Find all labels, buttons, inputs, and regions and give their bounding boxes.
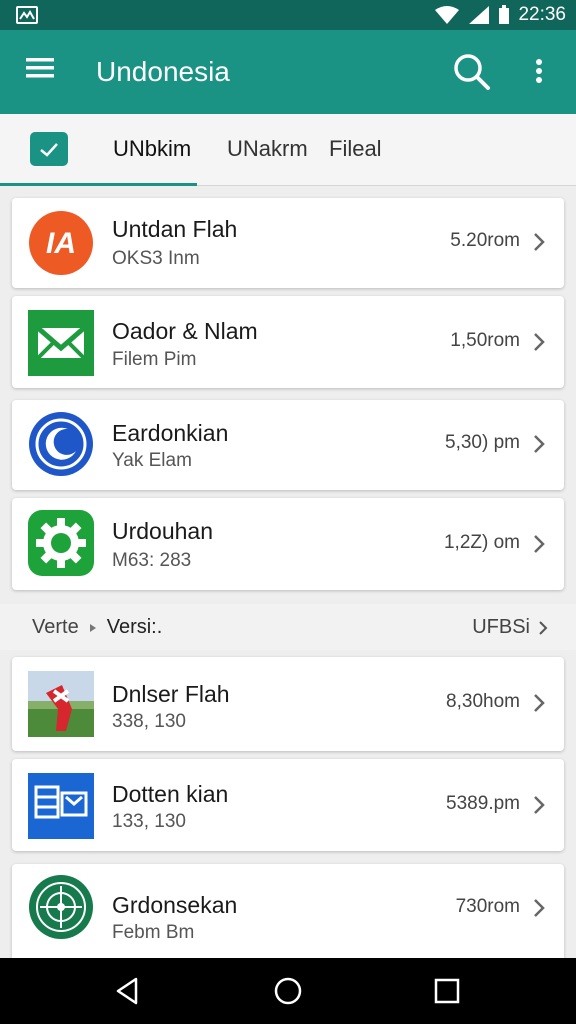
system-nav-bar bbox=[0, 958, 576, 1024]
list-item[interactable]: Dnlser Flah 338, 130 8,30hom bbox=[12, 657, 564, 751]
app-title: Undonesia bbox=[96, 56, 230, 87]
chevron-right-icon bbox=[534, 333, 545, 351]
envelope-icon bbox=[28, 310, 94, 376]
item-title: Urdouhan bbox=[112, 518, 214, 544]
moon-icon bbox=[29, 412, 93, 476]
item-subtitle: Febm Bm bbox=[112, 922, 195, 943]
hamburger-icon bbox=[26, 58, 54, 78]
tab-unbkim[interactable]: UNbkim bbox=[113, 136, 191, 162]
tab-bar: UNbkim UNakrm Fileal bbox=[0, 114, 576, 186]
section-link-label: UFBSi bbox=[472, 616, 530, 638]
list-item[interactable]: Urdouhan M63: 283 1,2Z) om bbox=[12, 498, 564, 590]
item-time: 5,30) pm bbox=[445, 432, 520, 453]
item-subtitle: 133, 130 bbox=[112, 811, 186, 832]
tab-indicator bbox=[0, 183, 197, 186]
status-indicators: 22:36 bbox=[434, 0, 566, 30]
item-subtitle: Yak Elam bbox=[112, 450, 192, 471]
section-link[interactable]: UFBSi bbox=[472, 616, 548, 639]
chevron-right-icon bbox=[534, 435, 545, 453]
breadcrumb-parent[interactable]: Verte bbox=[32, 616, 79, 639]
tab-fileal[interactable]: Fileal bbox=[329, 136, 382, 162]
item-time: 5.20rom bbox=[450, 230, 520, 251]
breadcrumb-current: Versi:. bbox=[106, 616, 163, 638]
recents-icon[interactable] bbox=[431, 975, 463, 1007]
status-bar: 22:36 bbox=[0, 0, 576, 30]
signal-icon bbox=[469, 6, 490, 24]
home-icon[interactable] bbox=[272, 975, 304, 1007]
notification-icon bbox=[16, 6, 38, 24]
menu-button[interactable] bbox=[24, 54, 64, 90]
item-time: 5389.pm bbox=[446, 793, 520, 814]
list-item[interactable]: Oador & Nlam Filem Pim 1,50rom bbox=[12, 296, 564, 388]
battery-icon bbox=[499, 5, 510, 24]
wifi-icon bbox=[435, 6, 460, 24]
app-bar: Undonesia bbox=[0, 30, 576, 114]
item-time: 1,2Z) om bbox=[443, 532, 520, 553]
more-options-button[interactable] bbox=[526, 50, 552, 94]
breadcrumb-arrow-icon bbox=[89, 623, 96, 632]
list-item[interactable]: Dotten kian 133, 130 5389.pm bbox=[12, 759, 564, 851]
check-icon bbox=[30, 143, 58, 157]
clock: 22:36 bbox=[518, 4, 566, 25]
tab-icon[interactable] bbox=[30, 132, 68, 166]
list-item[interactable]: Grdonsekan Febm Bm 730rom bbox=[12, 864, 564, 964]
svg-text:IA: IA bbox=[46, 227, 76, 260]
breadcrumb: Verte Versi:. bbox=[32, 616, 162, 639]
item-time: 1,50rom bbox=[450, 330, 520, 351]
gear-icon bbox=[28, 510, 94, 576]
chevron-right-icon bbox=[534, 796, 545, 814]
item-time: 730rom bbox=[455, 896, 520, 917]
item-title: Eardonkian bbox=[112, 420, 229, 446]
item-title: Untdan Flah bbox=[112, 216, 238, 242]
search-icon bbox=[454, 54, 490, 90]
search-button[interactable] bbox=[450, 50, 494, 94]
item-subtitle: OKS3 Inm bbox=[112, 248, 200, 269]
item-time: 8,30hom bbox=[446, 691, 520, 712]
list-item[interactable]: Eardonkian Yak Elam 5,30) pm bbox=[12, 400, 564, 490]
photo-icon bbox=[28, 671, 94, 737]
chevron-right-icon bbox=[534, 233, 545, 251]
item-title: Oador & Nlam bbox=[112, 318, 258, 344]
list-item[interactable]: IA Untdan Flah OKS3 Inm 5.20rom bbox=[12, 198, 564, 288]
calendar-icon bbox=[28, 773, 94, 839]
item-title: Dnlser Flah bbox=[112, 681, 230, 707]
item-title: Grdonsekan bbox=[112, 892, 238, 918]
more-vert-icon bbox=[536, 59, 542, 83]
chevron-right-icon bbox=[534, 899, 545, 917]
brand-logo-icon: IA bbox=[29, 211, 93, 275]
item-subtitle: Filem Pim bbox=[112, 349, 197, 370]
item-subtitle: M63: 283 bbox=[112, 550, 192, 571]
chevron-right-icon bbox=[534, 694, 545, 712]
compass-icon bbox=[29, 875, 93, 939]
item-title: Dotten kian bbox=[112, 781, 229, 807]
back-icon[interactable] bbox=[112, 975, 144, 1007]
chevron-right-icon bbox=[534, 535, 545, 553]
section-header: Verte Versi:. UFBSi bbox=[0, 604, 576, 650]
item-subtitle: 338, 130 bbox=[112, 711, 186, 732]
chevron-right-icon bbox=[539, 620, 548, 635]
tab-unakrm[interactable]: UNakrm bbox=[227, 136, 308, 162]
